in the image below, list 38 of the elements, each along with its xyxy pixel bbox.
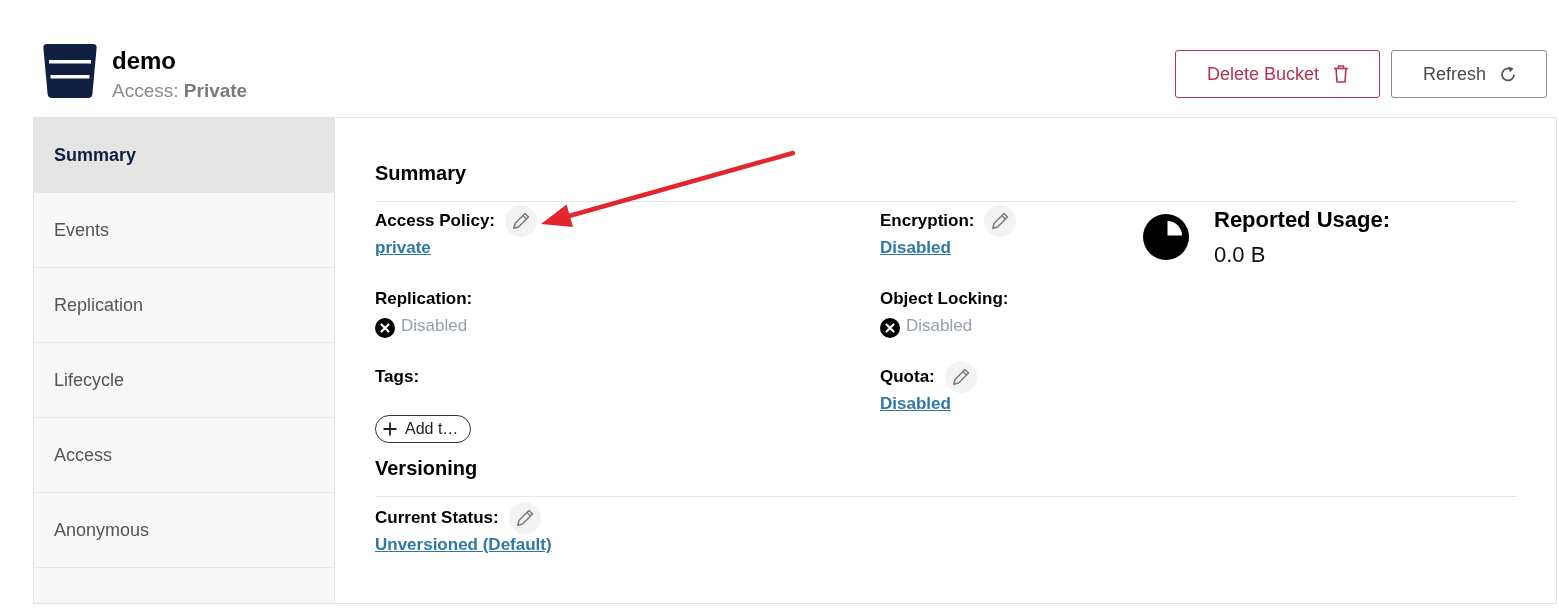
value-link[interactable]: Disabled	[880, 237, 951, 259]
edit-button[interactable]	[505, 205, 537, 237]
field-label: Encryption:	[880, 210, 975, 232]
bucket-name: demo	[112, 47, 177, 75]
usage-label: Reported Usage:	[1214, 207, 1391, 233]
pencil-icon	[991, 212, 1010, 230]
pencil-icon	[951, 368, 970, 386]
field-label: Quota:	[880, 366, 935, 388]
trash-icon	[1332, 65, 1349, 83]
edit-button[interactable]	[508, 502, 541, 534]
value-link[interactable]: private	[375, 237, 431, 259]
delete-button[interactable]: Delete Bucket	[1174, 50, 1380, 98]
sidebar-item[interactable]: Summary	[34, 118, 334, 193]
bucket-icon	[43, 44, 97, 98]
pencil-icon	[515, 509, 534, 527]
pie-chart-icon	[1143, 214, 1189, 260]
usage-value: 0.0 B	[1214, 242, 1267, 268]
x-circle-icon	[375, 318, 395, 338]
section-heading: Summary	[375, 161, 468, 185]
field-label: Current Status:	[375, 507, 499, 529]
access-text: Access: Private	[112, 79, 248, 103]
plus-icon	[383, 422, 397, 436]
section-heading: Versioning	[375, 456, 479, 480]
edit-button[interactable]	[984, 205, 1017, 237]
field-label: Tags:	[375, 366, 420, 388]
refresh-icon	[1500, 66, 1516, 82]
status-text: Disabled	[906, 315, 973, 337]
value-link[interactable]: Unversioned (Default)	[375, 534, 552, 556]
status-text: Disabled	[401, 315, 468, 337]
refresh-button[interactable]: Refresh	[1390, 50, 1547, 98]
x-circle-icon	[880, 318, 900, 338]
field-label: Access Policy:	[375, 210, 495, 232]
edit-button[interactable]	[944, 361, 977, 393]
field-label: Replication:	[375, 288, 473, 310]
value-link[interactable]: Disabled	[880, 393, 951, 415]
add-tag-button[interactable]: Add t…	[375, 415, 472, 443]
pencil-icon	[512, 212, 530, 230]
field-label: Object Locking:	[880, 288, 1009, 310]
